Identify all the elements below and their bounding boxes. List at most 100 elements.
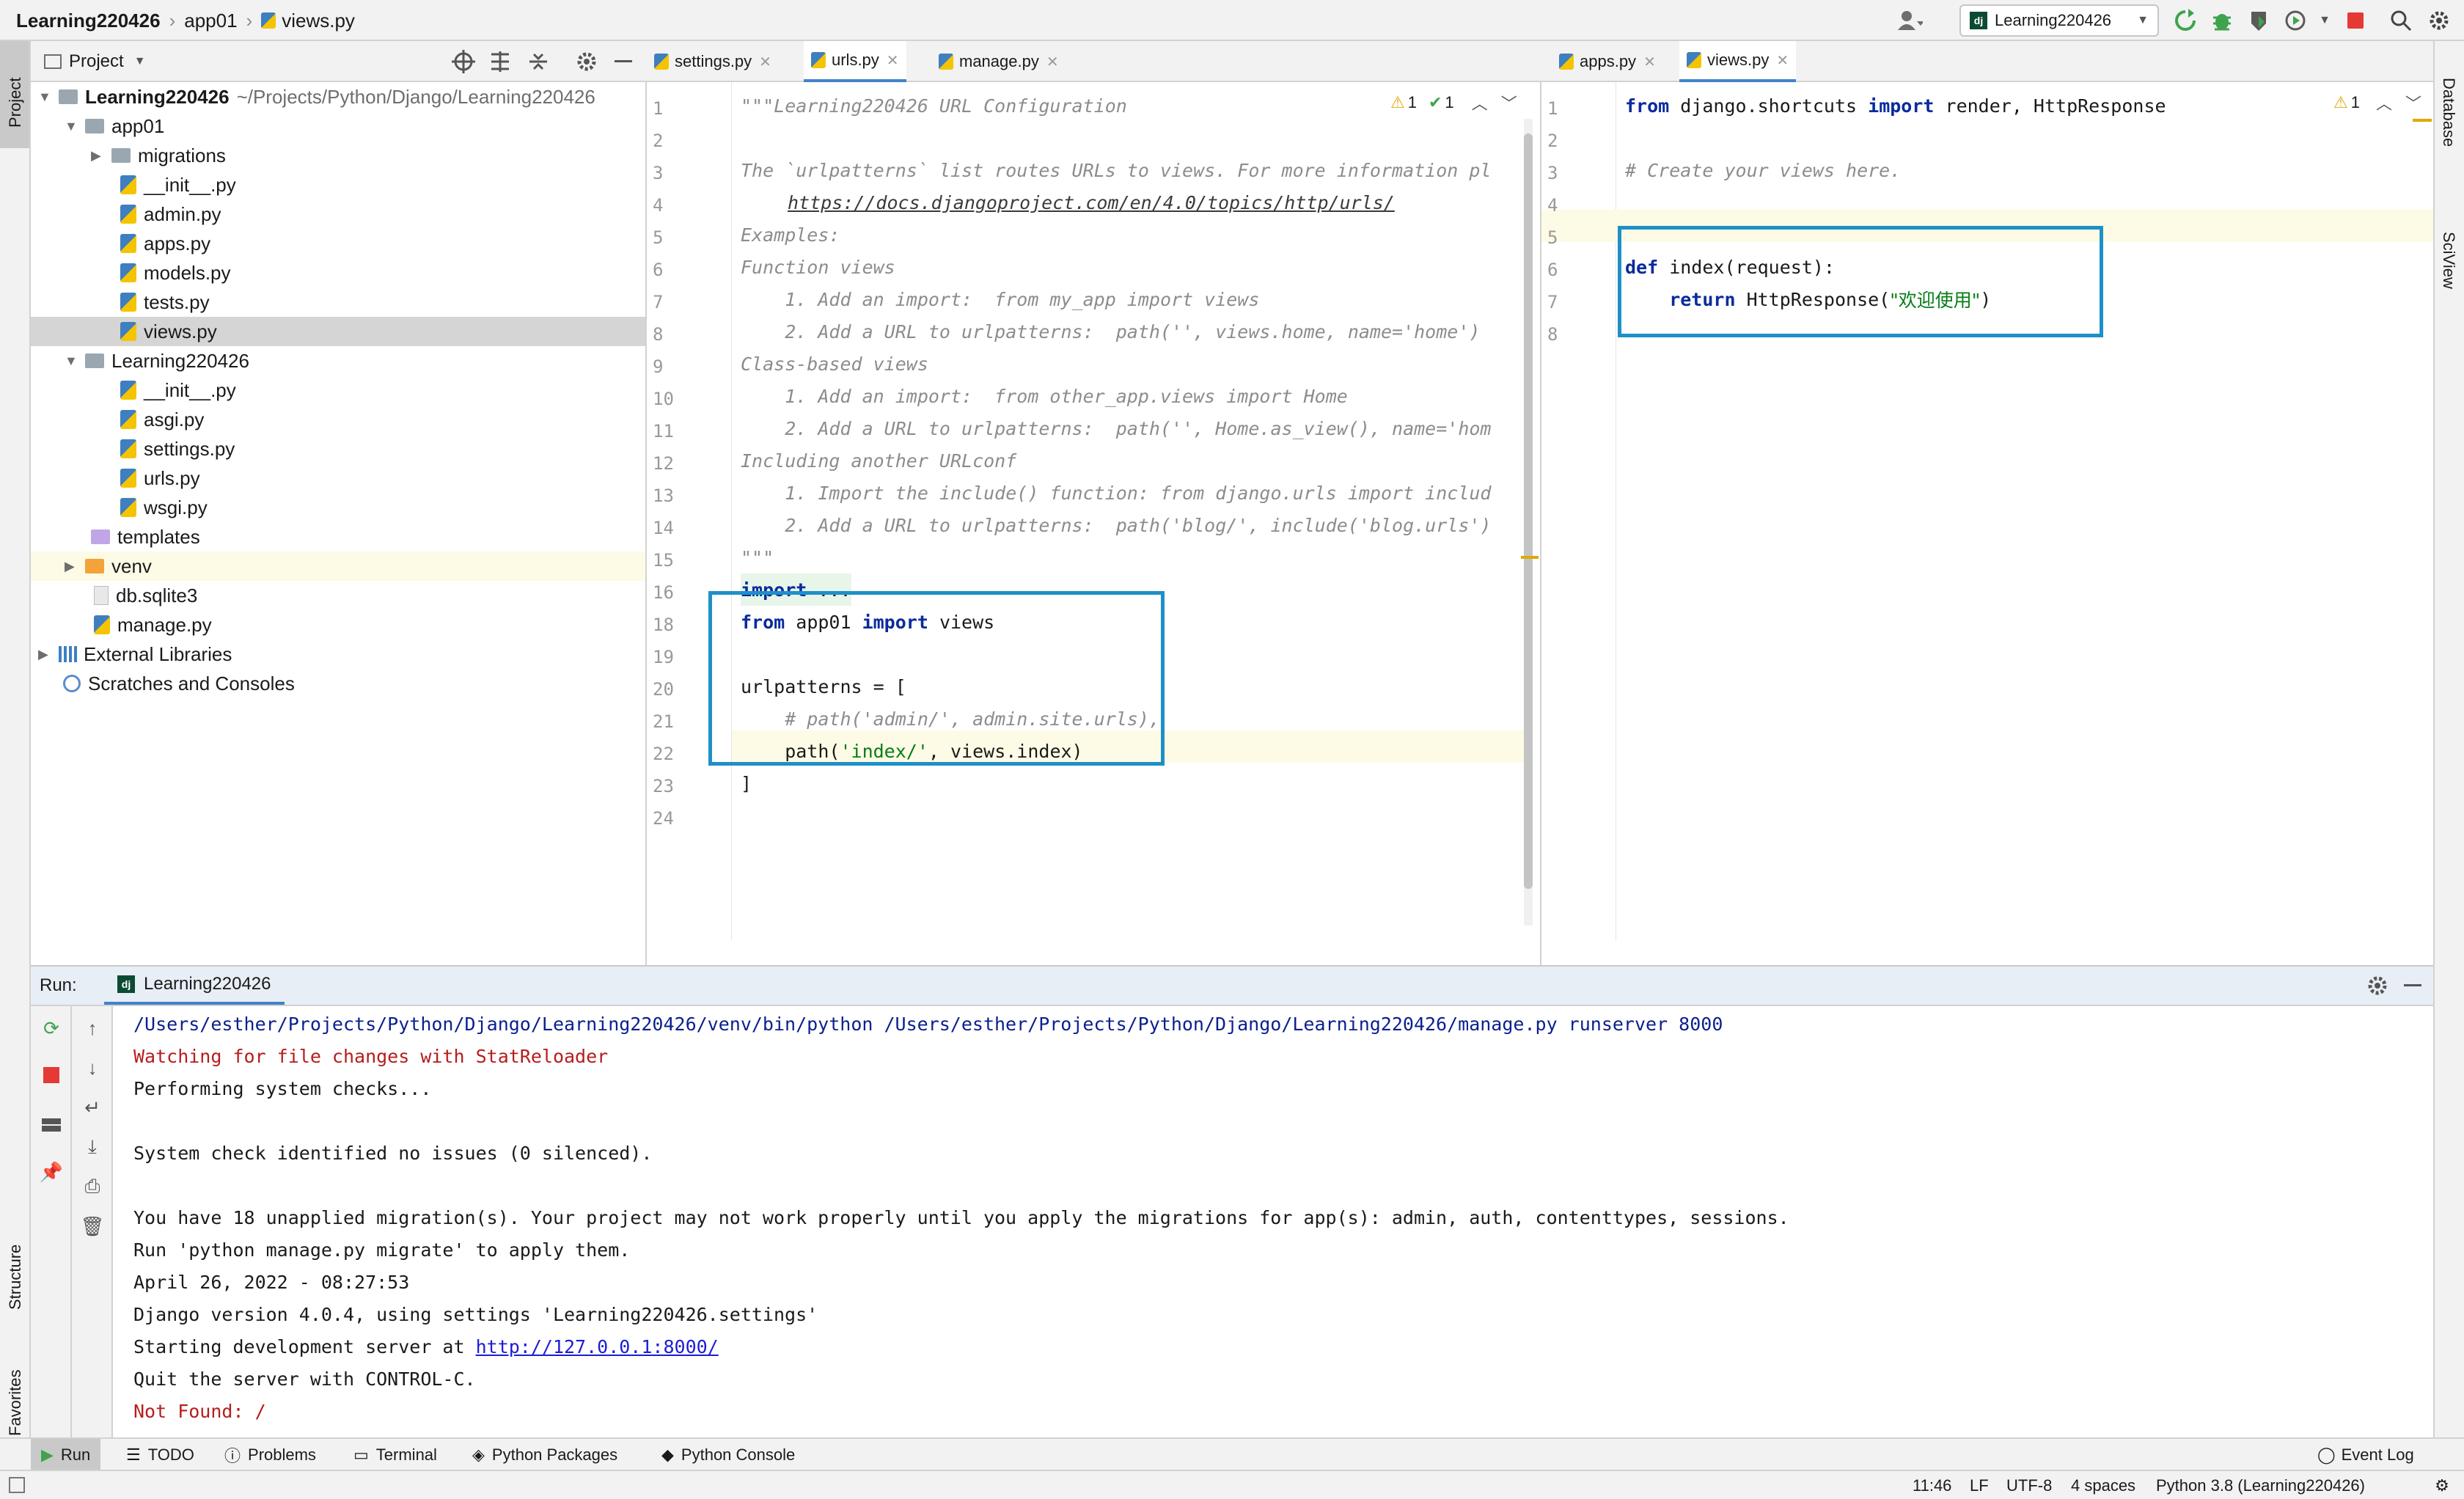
tree-item-file[interactable]: urls.py (31, 463, 645, 493)
tool-run[interactable]: ▶ Run (31, 1439, 101, 1471)
tool-problems[interactable]: ⓘ Problems (224, 1439, 316, 1471)
tree-item-migrations[interactable]: ▶ migrations (31, 141, 645, 170)
tree-item-file[interactable]: db.sqlite3 (31, 581, 645, 610)
run-configuration-select[interactable]: dj Learning220426 ▼ (1959, 4, 2159, 37)
run-panel-label: Run: (40, 975, 77, 995)
close-icon[interactable]: ✕ (1046, 53, 1059, 71)
tree-item-file-selected[interactable]: views.py (31, 317, 645, 346)
rerun-icon[interactable] (2171, 6, 2200, 35)
chevron-up-icon[interactable]: ︿ (2376, 91, 2392, 114)
tree-item-file[interactable]: tests.py (31, 287, 645, 317)
chevron-down-icon[interactable]: ﹀ (2405, 91, 2421, 114)
server-url-link[interactable]: http://127.0.0.1:8000/ (476, 1336, 719, 1357)
soft-wrap-icon[interactable]: ↵ (81, 1096, 104, 1119)
tool-python-packages[interactable]: ◈ Python Packages (472, 1439, 617, 1471)
close-icon[interactable]: ✕ (1776, 51, 1789, 70)
gear-icon[interactable] (2366, 974, 2389, 1001)
tree-item-file[interactable]: admin.py (31, 199, 645, 229)
inspection-widget[interactable]: ⚠ 1 ✔ 1 ︿ ﹀ (1390, 91, 1517, 114)
sciview-tool-button[interactable]: SciView (2435, 210, 2464, 327)
chevron-down-icon[interactable]: ﹀ (1501, 91, 1517, 114)
structure-tool-button[interactable]: Structure (0, 1200, 29, 1324)
lock-icon[interactable]: ⚙ (2432, 1476, 2452, 1496)
docs-link[interactable]: https://docs.djangoproject.com/en/4.0/to… (788, 186, 1395, 219)
scroll-to-end-icon[interactable]: ⤓ (81, 1135, 104, 1159)
warning-marker[interactable] (2413, 119, 2432, 122)
inspection-widget[interactable]: ⚠ 1 ︿ ﹀ (2333, 91, 2421, 114)
tree-item-package[interactable]: ▼ Learning220426 (31, 346, 645, 375)
line-separator[interactable]: LF (1970, 1471, 1989, 1499)
breadcrumb-module[interactable]: app01 (184, 10, 237, 32)
file-encoding[interactable]: UTF-8 (2006, 1471, 2052, 1499)
close-icon[interactable]: ✕ (1643, 53, 1656, 71)
python-interpreter[interactable]: Python 3.8 (Learning220426) (2156, 1471, 2365, 1499)
tab-manage-py[interactable]: manage.py ✕ (931, 41, 1066, 82)
tool-terminal[interactable]: ▭ Terminal (353, 1439, 437, 1471)
more-actions-icon[interactable]: ▼ (2310, 6, 2339, 35)
gear-icon[interactable] (575, 50, 598, 77)
pin-icon[interactable]: 📌 (40, 1160, 63, 1184)
tool-event-log[interactable]: ◯ Event Log (2317, 1439, 2414, 1471)
chevron-up-icon[interactable]: ︿ (1472, 91, 1488, 114)
tree-item-venv[interactable]: ▶ venv (31, 551, 645, 581)
tree-item-scratches[interactable]: Scratches and Consoles (31, 669, 645, 698)
database-tool-button[interactable]: Database (2435, 48, 2464, 195)
run-configuration-label: Learning220426 (1995, 11, 2112, 29)
arrow-up-icon[interactable]: ↑ (81, 1016, 104, 1040)
minimize-icon[interactable] (615, 60, 632, 62)
collapse-all-icon[interactable] (527, 50, 550, 77)
close-icon[interactable]: ✕ (887, 51, 899, 70)
stop-icon[interactable] (2341, 6, 2370, 35)
tab-apps-py[interactable]: apps.py ✕ (1552, 41, 1663, 82)
locate-file-icon[interactable] (452, 50, 475, 77)
tree-item-project-root[interactable]: ▼ Learning220426 ~/Projects/Python/Djang… (31, 82, 645, 111)
tab-views-py[interactable]: views.py ✕ (1679, 41, 1797, 82)
tree-item-file[interactable]: manage.py (31, 610, 645, 639)
indent-setting[interactable]: 4 spaces (2071, 1471, 2135, 1499)
project-tool-button[interactable]: Project (0, 41, 29, 148)
tab-settings-py[interactable]: settings.py ✕ (647, 41, 779, 82)
tree-item-file[interactable]: wsgi.py (31, 493, 645, 522)
breadcrumb-project[interactable]: Learning220426 (16, 10, 161, 32)
expand-all-icon[interactable] (488, 50, 512, 77)
rerun-icon[interactable]: ⟳ (40, 1016, 63, 1040)
tree-item-file[interactable]: models.py (31, 258, 645, 287)
code-line: 1. Add an import: from my_app import vie… (741, 288, 1260, 310)
caret-position[interactable]: 11:46 (1913, 1471, 1951, 1499)
minimize-icon[interactable] (2404, 984, 2421, 986)
tree-item-file[interactable]: apps.py (31, 229, 645, 258)
coverage-icon[interactable] (2244, 6, 2273, 35)
line-number: 2 (1547, 131, 1558, 151)
debug-icon[interactable] (2207, 6, 2237, 35)
tool-python-console[interactable]: ◆ Python Console (661, 1439, 795, 1471)
tree-item-templates[interactable]: templates (31, 522, 645, 551)
profile-icon[interactable] (2281, 6, 2310, 35)
tab-urls-py[interactable]: urls.py ✕ (804, 41, 906, 82)
trash-icon[interactable]: 🗑 (81, 1214, 105, 1238)
run-console[interactable]: /Users/esther/Projects/Python/Django/Lea… (113, 1006, 2433, 1437)
search-icon[interactable] (2386, 6, 2416, 35)
project-view-select[interactable]: Project ▼ (44, 41, 146, 82)
python-file-icon (120, 322, 136, 341)
editor-left[interactable]: ⚠ 1 ✔ 1 ︿ ﹀ 1 2 3 4 5 6 7 8 9 10 11 12 1… (647, 82, 1541, 965)
tool-window-toggle-icon[interactable] (9, 1477, 25, 1493)
tree-item-file[interactable]: __init__.py (31, 375, 645, 405)
tree-item-app01[interactable]: ▼ app01 (31, 111, 645, 141)
tool-todo[interactable]: ☰ TODO (126, 1439, 194, 1471)
stop-icon[interactable] (40, 1063, 63, 1087)
print-icon[interactable]: ⎙ (81, 1175, 104, 1198)
run-tab[interactable]: dj Learning220426 (104, 967, 285, 1005)
tree-item-file[interactable]: asgi.py (31, 405, 645, 434)
warning-marker[interactable] (1521, 556, 1539, 559)
vertical-scrollbar[interactable] (1524, 119, 1533, 926)
user-icon[interactable] (1895, 6, 1924, 35)
tree-item-external-libraries[interactable]: ▶ External Libraries (31, 639, 645, 669)
tree-item-file[interactable]: settings.py (31, 434, 645, 463)
close-icon[interactable]: ✕ (759, 53, 771, 71)
tree-item-file[interactable]: __init__.py (31, 170, 645, 199)
editor-right[interactable]: ⚠ 1 ︿ ﹀ 1 2 3 4 5 6 7 8 from django.shor… (1541, 82, 2433, 965)
arrow-down-icon[interactable]: ↓ (81, 1056, 104, 1080)
breadcrumb-file[interactable]: views.py (282, 10, 355, 32)
settings-gear-icon[interactable] (2424, 6, 2454, 35)
layout-icon[interactable] (40, 1113, 63, 1137)
